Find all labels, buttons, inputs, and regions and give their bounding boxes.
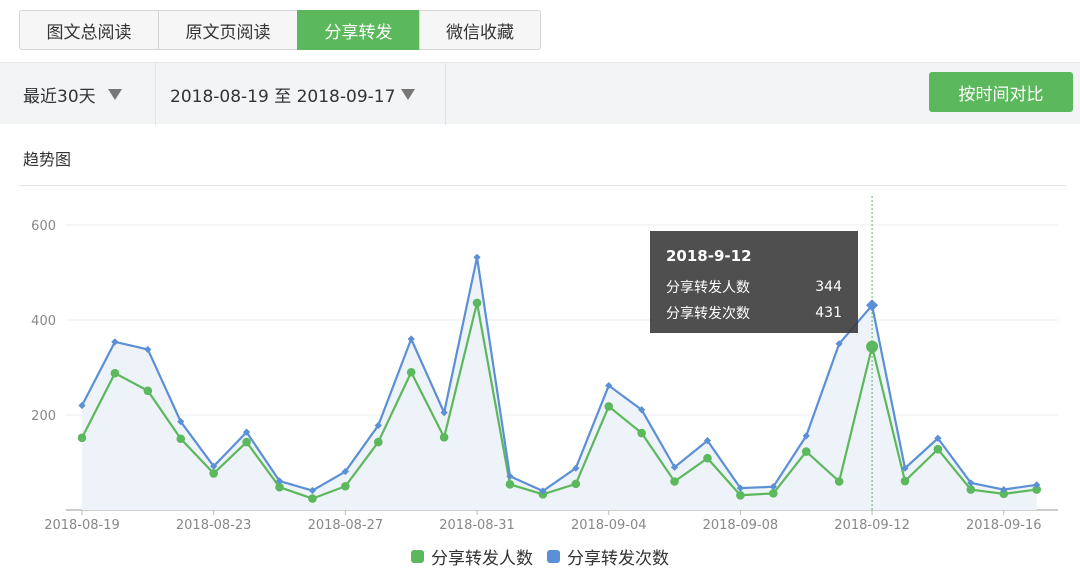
x-tick-label: 2018-08-27 xyxy=(308,518,384,533)
tooltip-row-label: 分享转发人数 xyxy=(666,280,750,296)
tooltip-row: 分享转发次数 431 xyxy=(666,300,842,326)
section-title: 趋势图 xyxy=(23,150,72,169)
chevron-down-icon xyxy=(107,88,122,100)
data-point-people xyxy=(110,368,120,378)
series-area xyxy=(82,257,1037,510)
data-point-people xyxy=(736,490,745,500)
data-point-people xyxy=(966,485,976,494)
x-tick-label: 2018-09-04 xyxy=(571,518,647,533)
legend-swatch xyxy=(547,550,560,563)
period-label: 最近30天 xyxy=(23,86,96,107)
data-point-people xyxy=(703,453,712,463)
legend-label: 分享转发次数 xyxy=(567,549,669,569)
legend-item-count[interactable]: 分享转发次数 xyxy=(547,544,669,569)
chart-tooltip: 2018-9-12 分享转发人数 344 分享转发次数 431 xyxy=(650,231,858,333)
data-point-people xyxy=(341,481,350,491)
data-point-count xyxy=(407,335,415,343)
data-point-people xyxy=(637,428,646,438)
trend-chart[interactable]: 200 400 600 2018-08-19 2018-08-23 2018-08-27 2… xyxy=(0,190,1080,540)
x-tick-label: 2018-08-23 xyxy=(176,518,252,533)
tooltip-date: 2018-9-12 xyxy=(666,247,752,265)
data-point-people xyxy=(143,386,153,396)
x-tick-label: 2018-09-08 xyxy=(703,518,779,533)
x-tick-label: 2018-09-12 xyxy=(834,518,910,533)
date-range-dropdown[interactable]: 2018-08-19 至 2018-09-17 xyxy=(156,63,446,125)
data-point-count xyxy=(473,253,481,261)
tab-bar: 图文总阅读 原文页阅读 分享转发 微信收藏 xyxy=(19,10,541,50)
data-point-people xyxy=(439,433,449,442)
data-point-people xyxy=(505,480,515,489)
chart-legend: 分享转发人数 分享转发次数 xyxy=(0,544,1080,569)
tooltip-row-label: 分享转发次数 xyxy=(666,306,750,322)
data-point-people xyxy=(866,340,879,353)
tab-wechat-favorites[interactable]: 微信收藏 xyxy=(419,10,541,50)
tab-total-reads[interactable]: 图文总阅读 xyxy=(19,10,159,50)
data-point-people xyxy=(373,437,383,447)
filter-bar: 最近30天 2018-08-19 至 2018-09-17 按时间对比 xyxy=(0,62,1080,125)
x-tick-label: 2018-09-16 xyxy=(966,518,1042,533)
x-tick-label: 2018-08-19 xyxy=(44,518,120,533)
y-tick-label: 600 xyxy=(31,219,56,234)
data-point-people xyxy=(801,447,811,456)
data-point-people xyxy=(176,434,186,444)
data-point-people xyxy=(77,433,87,443)
compare-by-time-button[interactable]: 按时间对比 xyxy=(929,72,1073,112)
data-point-people xyxy=(308,494,317,503)
tooltip-row-value: 431 xyxy=(815,305,842,321)
tab-original-page-reads[interactable]: 原文页阅读 xyxy=(158,10,298,50)
legend-swatch xyxy=(411,550,424,563)
data-point-people xyxy=(933,444,943,454)
chevron-down-icon xyxy=(401,88,416,100)
data-point-people xyxy=(604,402,614,411)
tab-share-forward[interactable]: 分享转发 xyxy=(297,10,420,50)
data-point-people xyxy=(834,477,844,486)
date-range-label: 2018-08-19 至 2018-09-17 xyxy=(170,86,396,107)
data-point-people xyxy=(406,367,416,377)
data-point-people xyxy=(670,477,679,486)
data-point-people xyxy=(900,476,910,486)
x-tick-label: 2018-08-31 xyxy=(439,518,515,533)
tooltip-row-value: 344 xyxy=(815,279,842,295)
data-point-people xyxy=(242,437,251,447)
data-point-people xyxy=(571,479,581,489)
data-point-people xyxy=(209,469,218,478)
legend-item-people[interactable]: 分享转发人数 xyxy=(411,544,533,569)
legend-label: 分享转发人数 xyxy=(431,549,533,569)
period-dropdown[interactable]: 最近30天 xyxy=(0,63,156,125)
y-tick-label: 200 xyxy=(31,409,56,424)
data-point-people xyxy=(769,489,778,498)
data-point-people xyxy=(472,298,482,308)
y-tick-label: 400 xyxy=(31,314,56,329)
section-divider xyxy=(19,185,1066,186)
tooltip-row: 分享转发人数 344 xyxy=(666,274,842,300)
